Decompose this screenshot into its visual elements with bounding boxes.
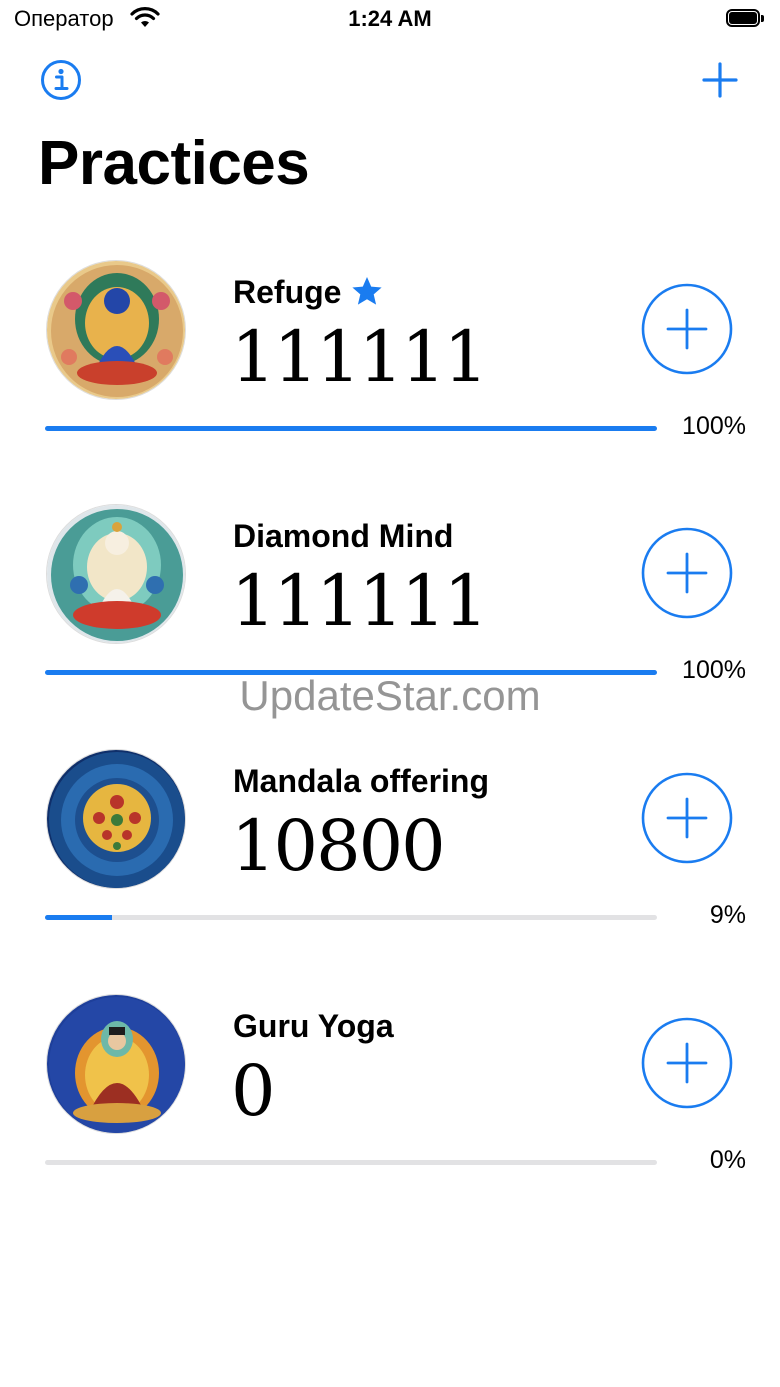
plus-icon (702, 62, 738, 98)
page-title: Practices (38, 129, 310, 198)
practice-name: Refuge (233, 274, 383, 314)
practice-row-mandala-offering[interactable]: Mandala offering 10800 9% (0, 745, 780, 975)
practice-count: 111111 (231, 316, 488, 398)
practice-name: Mandala offering (233, 763, 490, 799)
practice-row-guru-yoga[interactable]: Guru Yoga 0 0% (0, 990, 780, 1220)
progress-bar (45, 915, 657, 920)
practice-count: 111111 (231, 560, 488, 642)
plus-circle-icon (641, 527, 733, 619)
practice-image-refuge (46, 260, 186, 400)
watermark-text: UpdateStar.com (239, 672, 541, 719)
practice-image-diamond-mind (46, 504, 186, 644)
practice-count: 0 (231, 1050, 276, 1132)
progress-bar (45, 426, 657, 431)
info-circle-icon (41, 60, 81, 100)
battery-icon (726, 9, 766, 29)
practice-row-refuge[interactable]: Refuge 111111 100% (0, 256, 780, 486)
increment-button[interactable] (641, 283, 733, 375)
info-button[interactable] (40, 59, 82, 101)
favorite-star-icon (351, 276, 383, 314)
progress-percent: 0% (709, 1146, 746, 1174)
plus-circle-icon (641, 283, 733, 375)
progress-bar (45, 1160, 657, 1165)
progress-percent: 100% (682, 412, 746, 440)
practice-image-mandala (46, 749, 186, 889)
practice-count: 10800 (231, 805, 446, 887)
increment-button[interactable] (641, 1017, 733, 1109)
progress-percent: 9% (709, 901, 746, 929)
practice-image-guru-yoga (46, 994, 186, 1134)
increment-button[interactable] (641, 772, 733, 864)
status-time: 1:24 AM (348, 6, 432, 31)
status-bar: Оператор 1:24 AM (0, 0, 780, 44)
practice-name: Diamond Mind (233, 518, 454, 554)
add-practice-button[interactable] (700, 60, 740, 100)
practice-name: Guru Yoga (233, 1008, 394, 1044)
plus-circle-icon (641, 772, 733, 864)
increment-button[interactable] (641, 527, 733, 619)
plus-circle-icon (641, 1017, 733, 1109)
